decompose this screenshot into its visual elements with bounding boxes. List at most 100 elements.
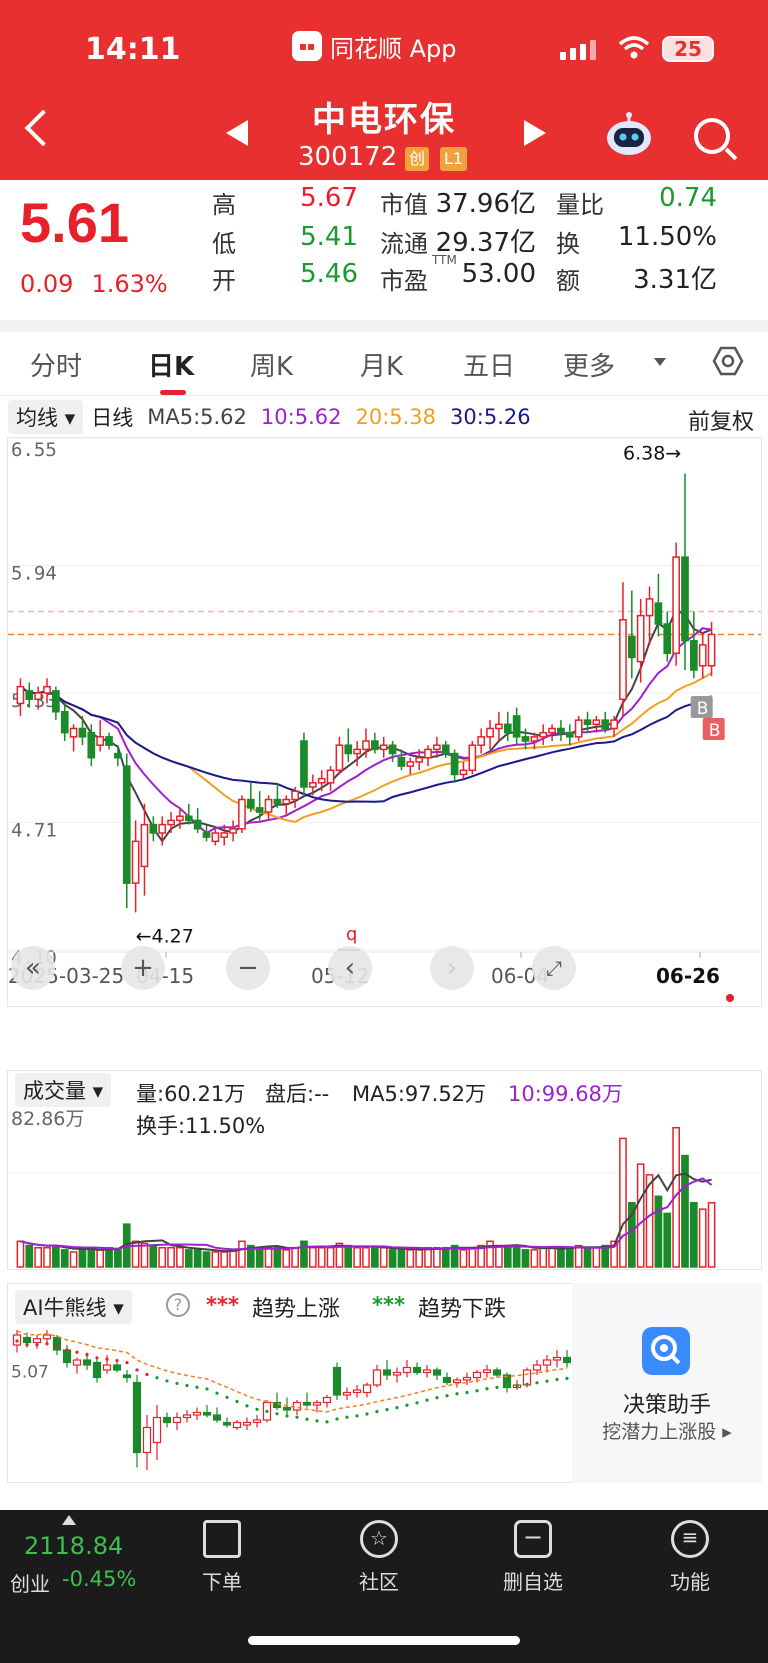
order-button[interactable]: 下单 xyxy=(162,1520,282,1595)
ai-candle-body xyxy=(32,1338,42,1344)
zoom-in-button[interactable]: + xyxy=(121,946,165,990)
candle xyxy=(131,820,140,913)
app-indicator[interactable]: ▪▪ 同花顺 App xyxy=(292,28,457,64)
candle-body xyxy=(176,815,184,822)
scroll-left-button[interactable]: ‹ xyxy=(328,946,372,990)
ai-candle xyxy=(402,1360,412,1378)
candle xyxy=(698,632,707,679)
ai-trend-chart[interactable]: 5.07 xyxy=(8,1330,571,1482)
candle xyxy=(273,782,282,808)
ai-trend-dot xyxy=(485,1387,489,1391)
candle-body xyxy=(388,744,397,755)
ai-candle-body xyxy=(152,1416,162,1444)
candle-body xyxy=(105,736,113,746)
ai-robot-icon[interactable] xyxy=(604,112,654,158)
ai-candle xyxy=(92,1357,102,1383)
signal-icon xyxy=(560,40,596,60)
more-dropdown-icon[interactable] xyxy=(654,358,666,366)
candle xyxy=(468,741,477,775)
app-name: 同花顺 App xyxy=(330,34,457,63)
volume-bar xyxy=(601,1244,610,1268)
tab-4[interactable]: 五日 xyxy=(463,346,515,383)
ai-candle-body xyxy=(482,1369,492,1374)
ai-candle-body xyxy=(342,1391,352,1396)
candle-body xyxy=(592,719,601,726)
scroll-right-button[interactable]: › xyxy=(430,946,474,990)
helper-title: 决策助手 xyxy=(622,1393,711,1418)
volume-bar xyxy=(317,1246,326,1268)
ai-trend-dot xyxy=(15,1339,19,1343)
volume-bar xyxy=(167,1246,175,1268)
volume-bar xyxy=(539,1246,548,1268)
ai-candle-body xyxy=(212,1414,222,1421)
index-expand-icon[interactable] xyxy=(62,1515,76,1525)
ai-candle xyxy=(272,1392,282,1410)
ai-trend-dot xyxy=(145,1372,149,1377)
candle-body xyxy=(424,748,432,759)
tab-3[interactable]: 月K xyxy=(360,346,403,383)
trend-down-legend-stars: *** xyxy=(372,1293,405,1317)
candle-body xyxy=(202,832,211,838)
tab-1[interactable]: 日K xyxy=(148,346,194,383)
community-button[interactable]: ☆ 社区 xyxy=(319,1520,439,1595)
search-icon[interactable] xyxy=(694,118,730,154)
ai-trend-dot xyxy=(355,1414,359,1418)
candle-body xyxy=(140,823,149,868)
candle-body xyxy=(158,823,167,834)
ai-candle-body xyxy=(412,1366,422,1374)
volume-bar xyxy=(565,1246,574,1268)
ttm-superscript: TTM xyxy=(432,253,457,267)
tab-5[interactable]: 更多 xyxy=(563,346,615,383)
index-value[interactable]: 2118.84 xyxy=(24,1532,123,1560)
help-icon[interactable]: ? xyxy=(166,1293,190,1317)
remove-watchlist-button[interactable]: − 删自选 xyxy=(473,1520,593,1595)
ai-candle-body xyxy=(142,1426,152,1454)
ai-candle-body xyxy=(62,1349,72,1364)
volume-bar xyxy=(193,1249,202,1268)
ai-trend-dot xyxy=(565,1376,569,1380)
ai-candle xyxy=(152,1405,162,1460)
volume-chart[interactable]: 82.86万 xyxy=(8,1071,761,1269)
ai-candle-body xyxy=(92,1361,102,1379)
functions-label: 功能 xyxy=(670,1570,710,1594)
candle xyxy=(495,711,503,742)
decision-helper-card[interactable]: 决策助手 挖潜力上涨股 ▸ xyxy=(572,1283,762,1483)
fullscreen-button[interactable]: ⤢ xyxy=(532,946,576,990)
quote-value: 37.96亿 xyxy=(435,189,536,219)
home-indicator[interactable] xyxy=(248,1636,520,1645)
candle-body xyxy=(122,765,131,884)
candle xyxy=(255,791,264,821)
ai-trend-dot xyxy=(445,1394,449,1398)
volume-bar xyxy=(229,1249,237,1268)
quote-value: 5.46 xyxy=(300,259,358,289)
candle-body xyxy=(663,623,672,654)
ai-candle xyxy=(72,1357,82,1374)
app-logo-icon: ▪▪ xyxy=(292,31,322,61)
ai-candle xyxy=(502,1372,512,1393)
ai-trend-dot xyxy=(255,1407,259,1411)
ai-trend-dot xyxy=(45,1342,49,1346)
candle-body xyxy=(557,727,565,734)
ai-trend-dot xyxy=(435,1396,439,1400)
volume-bar xyxy=(424,1246,432,1268)
ai-candle xyxy=(202,1405,212,1418)
ai-candle xyxy=(212,1407,222,1423)
tab-2[interactable]: 周K xyxy=(250,346,293,383)
tab-0[interactable]: 分时 xyxy=(30,346,82,383)
candle-body xyxy=(291,790,299,801)
adjust-mode[interactable]: 前复权 xyxy=(688,404,754,436)
ai-trend-dot xyxy=(155,1376,159,1380)
chart-settings-icon[interactable] xyxy=(712,345,744,377)
kline-chart[interactable]: 6.555.945.334.714.106.38→←4.27BB2025-03-… xyxy=(8,438,761,1006)
ma-selector[interactable]: 均线 ▾ xyxy=(8,400,84,434)
zoom-far-left-button[interactable]: « xyxy=(11,946,55,990)
candle-body xyxy=(619,619,627,700)
volume-bar xyxy=(574,1244,583,1268)
functions-button[interactable]: ≡ 功能 xyxy=(630,1520,750,1595)
candle-body xyxy=(583,719,592,726)
ai-indicator-selector[interactable]: AI牛熊线 ▾ xyxy=(15,1290,132,1324)
ai-trend-dot xyxy=(295,1415,299,1419)
volume-bar xyxy=(362,1246,370,1268)
zoom-out-button[interactable]: − xyxy=(226,946,270,990)
ai-candle-body xyxy=(172,1416,182,1424)
